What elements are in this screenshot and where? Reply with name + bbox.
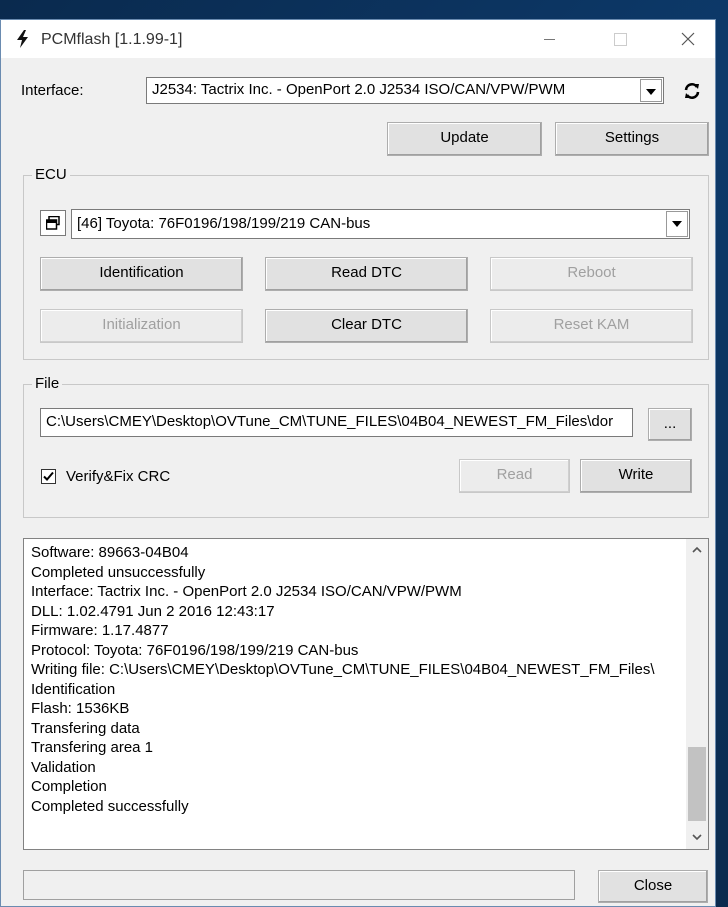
read-dtc-button[interactable]: Read DTC (265, 257, 468, 291)
interface-select-value: J2534: Tactrix Inc. - OpenPort 2.0 J2534… (152, 81, 566, 98)
file-group: File (23, 375, 709, 518)
log-lines: Software: 89663-04B04 Completed unsuccess… (31, 543, 682, 816)
chevron-down-icon (692, 834, 702, 841)
chevron-down-icon[interactable] (666, 211, 688, 237)
log-line: Interface: Tactrix Inc. - OpenPort 2.0 J… (31, 583, 462, 600)
reset-kam-button[interactable]: Reset KAM (490, 309, 693, 343)
clear-dtc-button[interactable]: Clear DTC (265, 309, 468, 343)
ecu-detach-button[interactable] (40, 210, 66, 236)
log-line: Transfering area 1 (31, 739, 154, 756)
interface-select[interactable]: J2534: Tactrix Inc. - OpenPort 2.0 J2534… (146, 77, 664, 104)
log-output[interactable]: Software: 89663-04B04 Completed unsuccess… (23, 538, 709, 850)
chevron-up-icon (692, 546, 702, 553)
reboot-button[interactable]: Reboot (490, 257, 693, 291)
scroll-down-button[interactable] (686, 827, 708, 849)
log-line: Flash: 1536KB (31, 700, 130, 717)
checkmark-icon (43, 471, 54, 481)
log-line: Firmware: 1.17.4877 (31, 622, 169, 639)
ecu-select[interactable]: [46] Toyota: 76F0196/198/199/219 CAN-bus (71, 209, 690, 239)
close-icon (681, 32, 695, 46)
browse-button[interactable]: ... (648, 408, 692, 441)
interface-label: Interface: (21, 82, 84, 99)
settings-button[interactable]: Settings (555, 122, 709, 156)
log-line: Validation (31, 758, 96, 776)
log-line: Identification (31, 680, 116, 698)
log-line: Writing file: C:\Users\CMEY\Desktop\OVTu… (31, 661, 655, 678)
close-button[interactable]: Close (598, 870, 708, 903)
chevron-down-icon[interactable] (640, 79, 662, 102)
close-window-button[interactable] (665, 20, 711, 58)
log-line: Completion (31, 778, 107, 795)
identification-button[interactable]: Identification (40, 257, 243, 291)
log-scrollbar[interactable] (686, 539, 708, 849)
lightning-icon (17, 30, 28, 48)
update-button[interactable]: Update (387, 122, 542, 156)
maximize-button[interactable] (597, 20, 643, 58)
log-line: Completed successfully (31, 797, 189, 815)
minimize-button[interactable] (527, 20, 573, 58)
app-window: PCMflash [1.1.99-1] Interface: J2534: Ta… (0, 19, 716, 907)
verify-crc-label[interactable]: Verify&Fix CRC (66, 468, 170, 485)
log-line: Software: 89663-04B04 (31, 544, 189, 561)
read-button[interactable]: Read (459, 459, 570, 493)
ecu-group-label: ECU (32, 166, 70, 183)
scroll-up-button[interactable] (686, 539, 708, 561)
window-restore-icon (46, 216, 60, 230)
verify-crc-checkbox[interactable] (41, 469, 56, 484)
initialization-button[interactable]: Initialization (40, 309, 243, 343)
progress-bar (23, 870, 575, 900)
scroll-thumb[interactable] (688, 747, 706, 821)
log-line: Completed unsuccessfully (31, 563, 206, 581)
title-bar[interactable]: PCMflash [1.1.99-1] (1, 20, 715, 58)
ecu-select-value: [46] Toyota: 76F0196/198/199/219 CAN-bus (77, 215, 371, 232)
log-line: DLL: 1.02.4791 Jun 2 2016 12:43:17 (31, 602, 275, 620)
refresh-icon[interactable] (682, 81, 702, 101)
window-title: PCMflash [1.1.99-1] (41, 31, 183, 48)
log-line: Protocol: Toyota: 76F0196/198/199/219 CA… (31, 641, 359, 659)
file-group-label: File (32, 375, 63, 392)
log-line: Transfering data (31, 719, 140, 737)
file-path-input[interactable]: C:\Users\CMEY\Desktop\OVTune_CM\TUNE_FIL… (40, 408, 633, 437)
write-button[interactable]: Write (580, 459, 692, 493)
